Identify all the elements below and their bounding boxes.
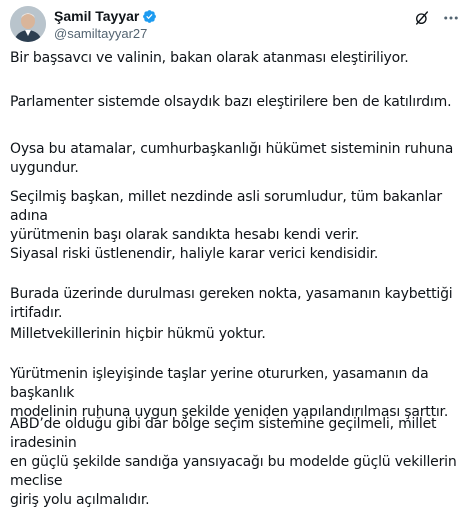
paragraph-7: Milletvekillerinin hiçbir hükmü yoktur. — [10, 326, 266, 342]
paragraph-4: Seçilmiş başkan, millet nezdinde asli so… — [10, 189, 442, 243]
tweet: Şamil Tayyar @samiltayyar27 Bir başsavcı… — [0, 0, 471, 508]
paragraph-1: Bir başsavcı ve valinin, bakan olarak at… — [10, 50, 409, 66]
avatar[interactable] — [10, 6, 46, 42]
display-name[interactable]: Şamil Tayyar — [54, 8, 139, 25]
avatar-image — [10, 6, 46, 42]
paragraph-3: Oysa bu atamalar, cumhurbaşkanlığı hüküm… — [10, 141, 454, 176]
name-row: Şamil Tayyar — [54, 8, 157, 25]
paragraph-6: Burada üzerinde durulması gereken nokta,… — [10, 286, 453, 321]
grok-slash-icon[interactable] — [412, 8, 432, 28]
tweet-header: Şamil Tayyar @samiltayyar27 — [10, 6, 461, 42]
paragraph-5: Siyasal riski üstlenendir, haliyle karar… — [10, 246, 379, 262]
tweet-actions — [412, 8, 461, 28]
more-horizontal-icon[interactable] — [441, 8, 461, 28]
author-names: Şamil Tayyar @samiltayyar27 — [54, 8, 157, 42]
paragraph-9: ABD’de olduğu gibi dar bölge seçim siste… — [10, 416, 457, 508]
paragraph-2: Parlamenter sistemde olsaydık bazı eleşt… — [10, 94, 452, 110]
verified-badge-icon — [142, 9, 157, 24]
paragraph-8: Yürütmenin işleyişinde taşlar yerine otu… — [10, 366, 449, 420]
user-handle[interactable]: @samiltayyar27 — [54, 26, 157, 42]
